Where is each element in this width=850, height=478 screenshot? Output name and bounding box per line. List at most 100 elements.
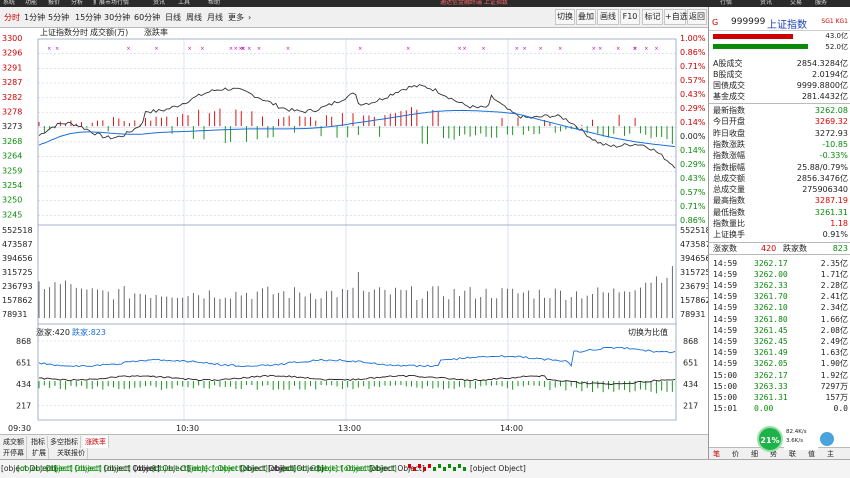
down-count-value: 823 [832,243,848,253]
menu-item[interactable]: 分析 [71,0,83,7]
toolbar-button[interactable]: 画线 [597,9,619,25]
time-axis-label: 09:30 [8,424,31,433]
network-icon[interactable] [820,432,834,446]
quote-label: 总成交量 [713,185,745,195]
status-item[interactable]: [object Object] [470,462,526,476]
mini-bar [453,467,456,471]
pct-axis-label: 0.43% [680,90,706,99]
tick-time: 15:00 [713,381,738,391]
quote-row: 指数振幅 25.88/0.79% [709,162,850,174]
toolbar-button[interactable]: 切换 [555,9,575,25]
toolbar-button[interactable]: +自选 [664,9,688,25]
toolbar-button[interactable]: F10 [620,9,640,25]
tick-price: 3262.17 [754,370,788,380]
menu-right-item[interactable]: 行情 [720,0,732,7]
period-tab[interactable]: 月线 [207,10,223,25]
period-tab[interactable]: 1分钟 [24,10,45,25]
down-count-label: 跌家:823 [72,327,106,337]
menu-item[interactable]: 工具 [178,0,190,7]
speed-indicator[interactable]: 21% [757,426,783,452]
period-tab[interactable]: 15分钟 [75,10,101,25]
price-axis-label: 3250 [2,196,22,205]
sector-tab[interactable]: 开停幕 [1,448,27,459]
indicator-tab[interactable]: 指标 [29,436,48,448]
menu-item[interactable]: 系统 [3,0,15,7]
indicator-tab[interactable]: 成交额 [1,436,27,448]
event-marker: × [515,46,519,52]
toolbar-button[interactable]: 标记 [642,9,663,25]
intraday-chart[interactable]: 上证指数 分时 成交额(万) 涨跌率 3300 3296 3291 3287 3282 3278 3… [0,28,708,434]
period-tab[interactable]: 60分钟 [134,10,160,25]
period-tab[interactable]: 30分钟 [104,10,130,25]
event-marker: × [592,46,596,52]
period-tab[interactable]: › [248,10,251,25]
quote-label: 指数量比 [713,219,745,228]
indicator-tab[interactable]: 涨跌率 [83,436,109,448]
menu-right-item[interactable]: 交易 [790,0,802,7]
quote-panel: 999999 上证指数 SG1 KG1 G 43.0亿 52.0亿 A股成交 2854.32… [708,7,850,467]
event-marker: × [644,46,648,52]
mini-bar [413,467,416,471]
indicator-tab[interactable]: 多空指标 [48,436,81,448]
volume-axis-label: 473587 [2,240,33,249]
sector-tab[interactable]: 关联报价 [55,448,88,459]
quote-value: 2856.3476亿 [796,173,848,183]
menu-item[interactable]: 资讯 [153,0,165,7]
quote-header: 999999 上证指数 SG1 KG1 G [709,14,850,31]
quote-value: 275906340 [802,185,848,195]
price-axis-label: 3273 [2,122,22,131]
tick-row: 14:59 3262.45 2.49亿 [709,336,850,348]
period-tab[interactable]: 5分钟 [48,10,69,25]
event-marker: × [257,46,261,52]
quote-value: -0.33% [819,151,848,161]
tick-time: 14:59 [713,292,738,302]
event-marker: × [234,46,238,52]
quote-value: 25.88/0.79% [796,162,848,172]
symbol-tag: SG1 KG1 [821,18,848,25]
pct-axis-label: 0.29% [680,104,706,113]
event-marker: × [463,46,467,52]
menu-right-item[interactable]: 资讯 [760,0,772,7]
event-marker: × [616,46,620,52]
tick-price: 3261.45 [754,325,788,335]
sell-bar [713,44,808,49]
price-axis-label: 3254 [2,181,22,190]
sector-tab[interactable]: 扩展 [30,448,49,459]
menu-item[interactable]: 扩展市场行情 [93,0,129,7]
tick-amount: 1.92亿 [820,370,848,380]
period-tab[interactable]: 日线 [165,10,181,25]
up-count-label: 涨家数 [713,243,737,253]
breadth-axis-label: 651 [16,359,31,368]
quote-row: 最新指数 3262.08 [709,105,850,117]
menu-item[interactable]: 功能 [25,0,37,7]
tick-time: 14:59 [713,348,738,358]
tick-amount: 157万 [825,393,848,402]
menu-item[interactable]: 帮助 [208,0,220,7]
period-tab[interactable]: 周线 [186,10,202,25]
quote-label: 指数涨幅 [713,151,745,161]
toolbar-button[interactable]: 返回 [687,9,707,25]
quote-row: 指数量比 1.18 [709,218,850,230]
market-stat-row: 基金成交 281.4432亿 [709,91,850,103]
toolbar-button[interactable]: 叠加 [576,9,596,25]
period-tab[interactable]: 分时 [4,10,20,25]
volume-axis-label-right: 552518 [680,226,708,235]
quote-label: 指数振幅 [713,162,745,172]
menu-right-item[interactable]: 服务 [815,0,827,7]
time-axis-label: 13:00 [338,424,361,433]
menu-item[interactable]: 报价 [48,0,60,7]
period-tab[interactable]: 更多 [228,10,244,25]
volume-axis-label-right: 315725 [680,268,708,277]
upload-speed: 82.4K/s [786,429,807,435]
event-marker: × [200,46,204,52]
chart-background [0,28,708,434]
breadth-axis-label-right: 434 [683,380,698,389]
quote-value: 0.91% [822,230,848,240]
breadth-axis-label: 868 [16,337,31,346]
ratio-toggle[interactable]: 切换为比值 [628,327,668,337]
tick-row: 15:00 3262.17 1.92亿 [709,370,850,382]
quote-row: 最高指数 3287.19 [709,195,850,207]
price-axis-label: 3291 [2,63,22,72]
time-axis-label: 10:30 [176,424,199,433]
chart-canvas[interactable]: 上证指数 分时 成交额(万) 涨跌率 3300 3296 3291 3287 3282 3278 3… [0,28,708,434]
